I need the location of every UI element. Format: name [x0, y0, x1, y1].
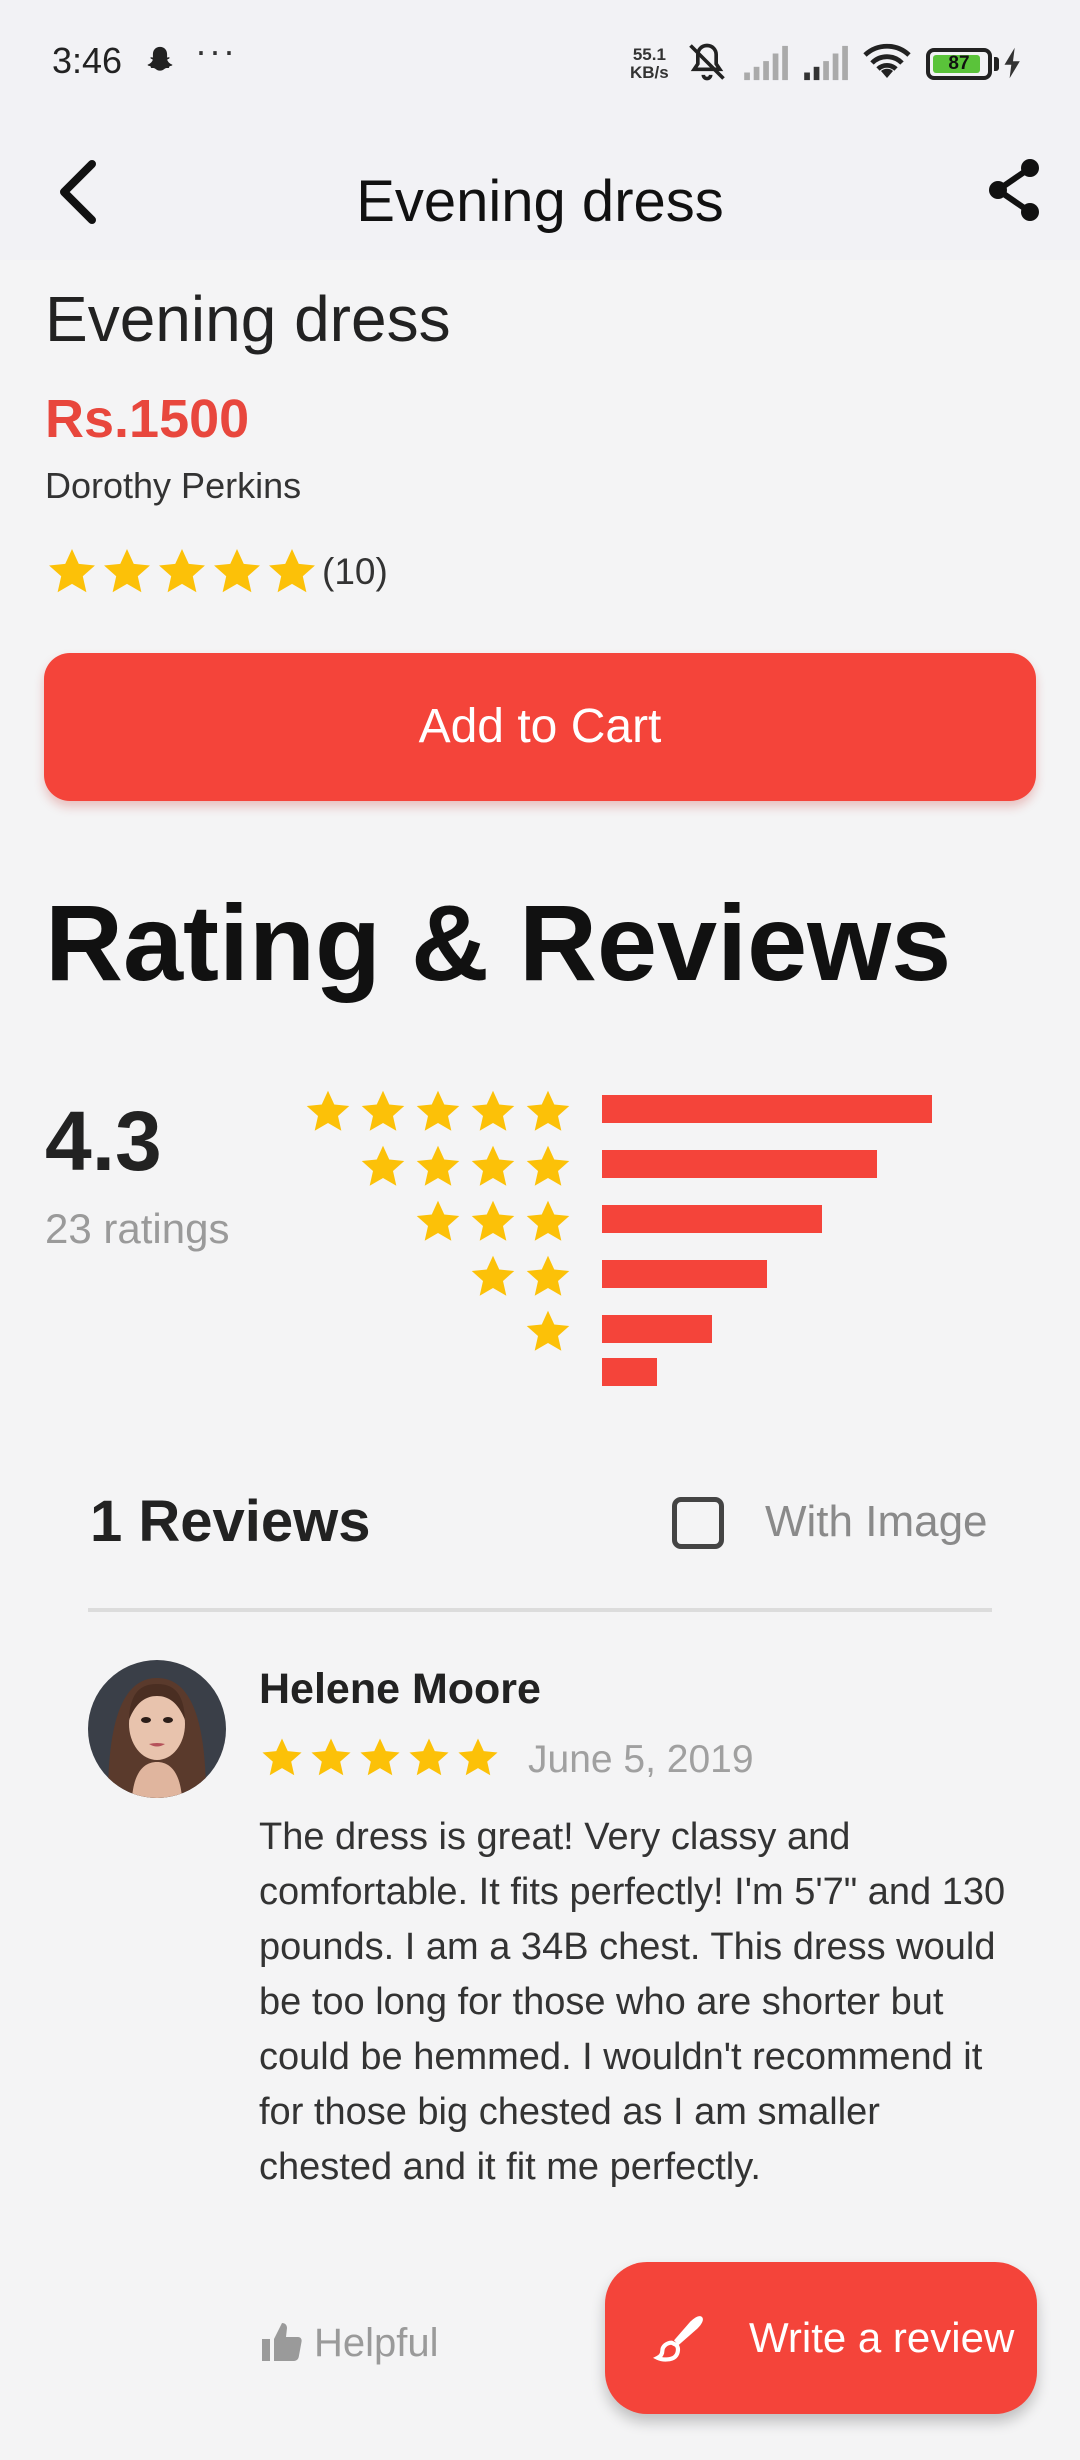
brush-icon — [653, 2316, 703, 2362]
status-bar: 3:46 ··· 55.1 KB/s 87 — [0, 0, 1080, 130]
distribution-stars-4 — [353, 1142, 573, 1192]
share-icon[interactable] — [984, 150, 1044, 230]
avatar — [88, 1660, 226, 1798]
star-icon — [458, 1738, 498, 1776]
write-review-label: Write a review — [749, 2314, 1015, 2361]
app-bar: Evening dress — [0, 130, 1080, 260]
distribution-bar-4 — [602, 1150, 877, 1178]
star-icon — [526, 1255, 570, 1296]
product-rating[interactable]: (10) — [45, 542, 388, 602]
thumbs-up-icon — [262, 2323, 302, 2361]
review-date: June 5, 2019 — [528, 1738, 754, 1781]
star-icon — [269, 549, 315, 593]
product-review-count: (10) — [322, 551, 388, 592]
distribution-bar-1 — [602, 1315, 712, 1343]
distribution-stars-2 — [463, 1252, 573, 1302]
status-time: 3:46 — [52, 40, 123, 81]
star-icon — [416, 1200, 460, 1241]
network-speed: 55.1 KB/s — [630, 45, 669, 82]
star-icon — [471, 1200, 515, 1241]
star-icon — [471, 1145, 515, 1186]
distribution-stars-5 — [298, 1087, 573, 1137]
star-icon — [416, 1145, 460, 1186]
star-icon — [526, 1090, 570, 1131]
star-icon — [311, 1738, 351, 1776]
star-icon — [49, 549, 95, 593]
star-icon — [361, 1145, 405, 1186]
star-icon — [104, 549, 150, 593]
ratings-count: 23 ratings — [45, 1205, 230, 1252]
star-icon — [526, 1145, 570, 1186]
star-icon — [526, 1310, 570, 1351]
star-icon — [214, 549, 260, 593]
page-title: Evening dress — [356, 169, 724, 234]
distribution-bar-5 — [602, 1095, 932, 1123]
helpful-button[interactable]: Helpful — [258, 2315, 439, 2371]
add-to-cart-button[interactable]: Add to Cart — [44, 653, 1036, 801]
more-dots-icon: ··· — [195, 30, 237, 71]
product-price: Rs.1500 — [45, 389, 250, 449]
review-stars — [259, 1735, 504, 1781]
battery-level: 87 — [948, 53, 970, 74]
star-icon — [409, 1738, 449, 1776]
star-icon — [416, 1090, 460, 1131]
distribution-bar-0 — [602, 1358, 657, 1386]
signal-icon — [804, 45, 848, 81]
battery-icon: 87 — [926, 48, 992, 80]
star-icon — [159, 549, 205, 593]
battery-tip — [994, 57, 999, 71]
star-icon — [306, 1090, 350, 1131]
star-icon — [471, 1255, 515, 1296]
distribution-stars-3 — [408, 1197, 573, 1247]
reviews-heading: Rating & Reviews — [45, 882, 952, 1003]
distribution-bar-2 — [602, 1260, 767, 1288]
average-rating: 4.3 — [45, 1094, 162, 1188]
star-icon — [526, 1200, 570, 1241]
charging-icon — [1004, 47, 1020, 79]
star-icon — [262, 1738, 302, 1776]
distribution-stars-1 — [518, 1307, 573, 1357]
signal-icon — [744, 45, 788, 81]
helpful-label: Helpful — [314, 2320, 439, 2365]
product-stars — [45, 545, 320, 599]
divider — [88, 1608, 992, 1612]
review-text: The dress is great! Very classy and comf… — [259, 1816, 1006, 2188]
with-image-checkbox[interactable] — [672, 1497, 724, 1549]
wifi-icon — [863, 43, 911, 78]
star-icon — [360, 1738, 400, 1776]
star-icon — [361, 1090, 405, 1131]
star-icon — [471, 1090, 515, 1131]
reviewer-name: Helene Moore — [259, 1665, 541, 1713]
reviews-count: 1 Reviews — [90, 1489, 371, 1554]
product-name: Evening dress — [45, 283, 451, 355]
mute-icon — [689, 43, 725, 81]
distribution-bar-3 — [602, 1205, 822, 1233]
product-brand: Dorothy Perkins — [45, 465, 302, 506]
with-image-label[interactable]: With Image — [765, 1497, 988, 1547]
snapchat-icon — [147, 46, 173, 71]
write-review-button[interactable]: Write a review — [605, 2262, 1037, 2414]
